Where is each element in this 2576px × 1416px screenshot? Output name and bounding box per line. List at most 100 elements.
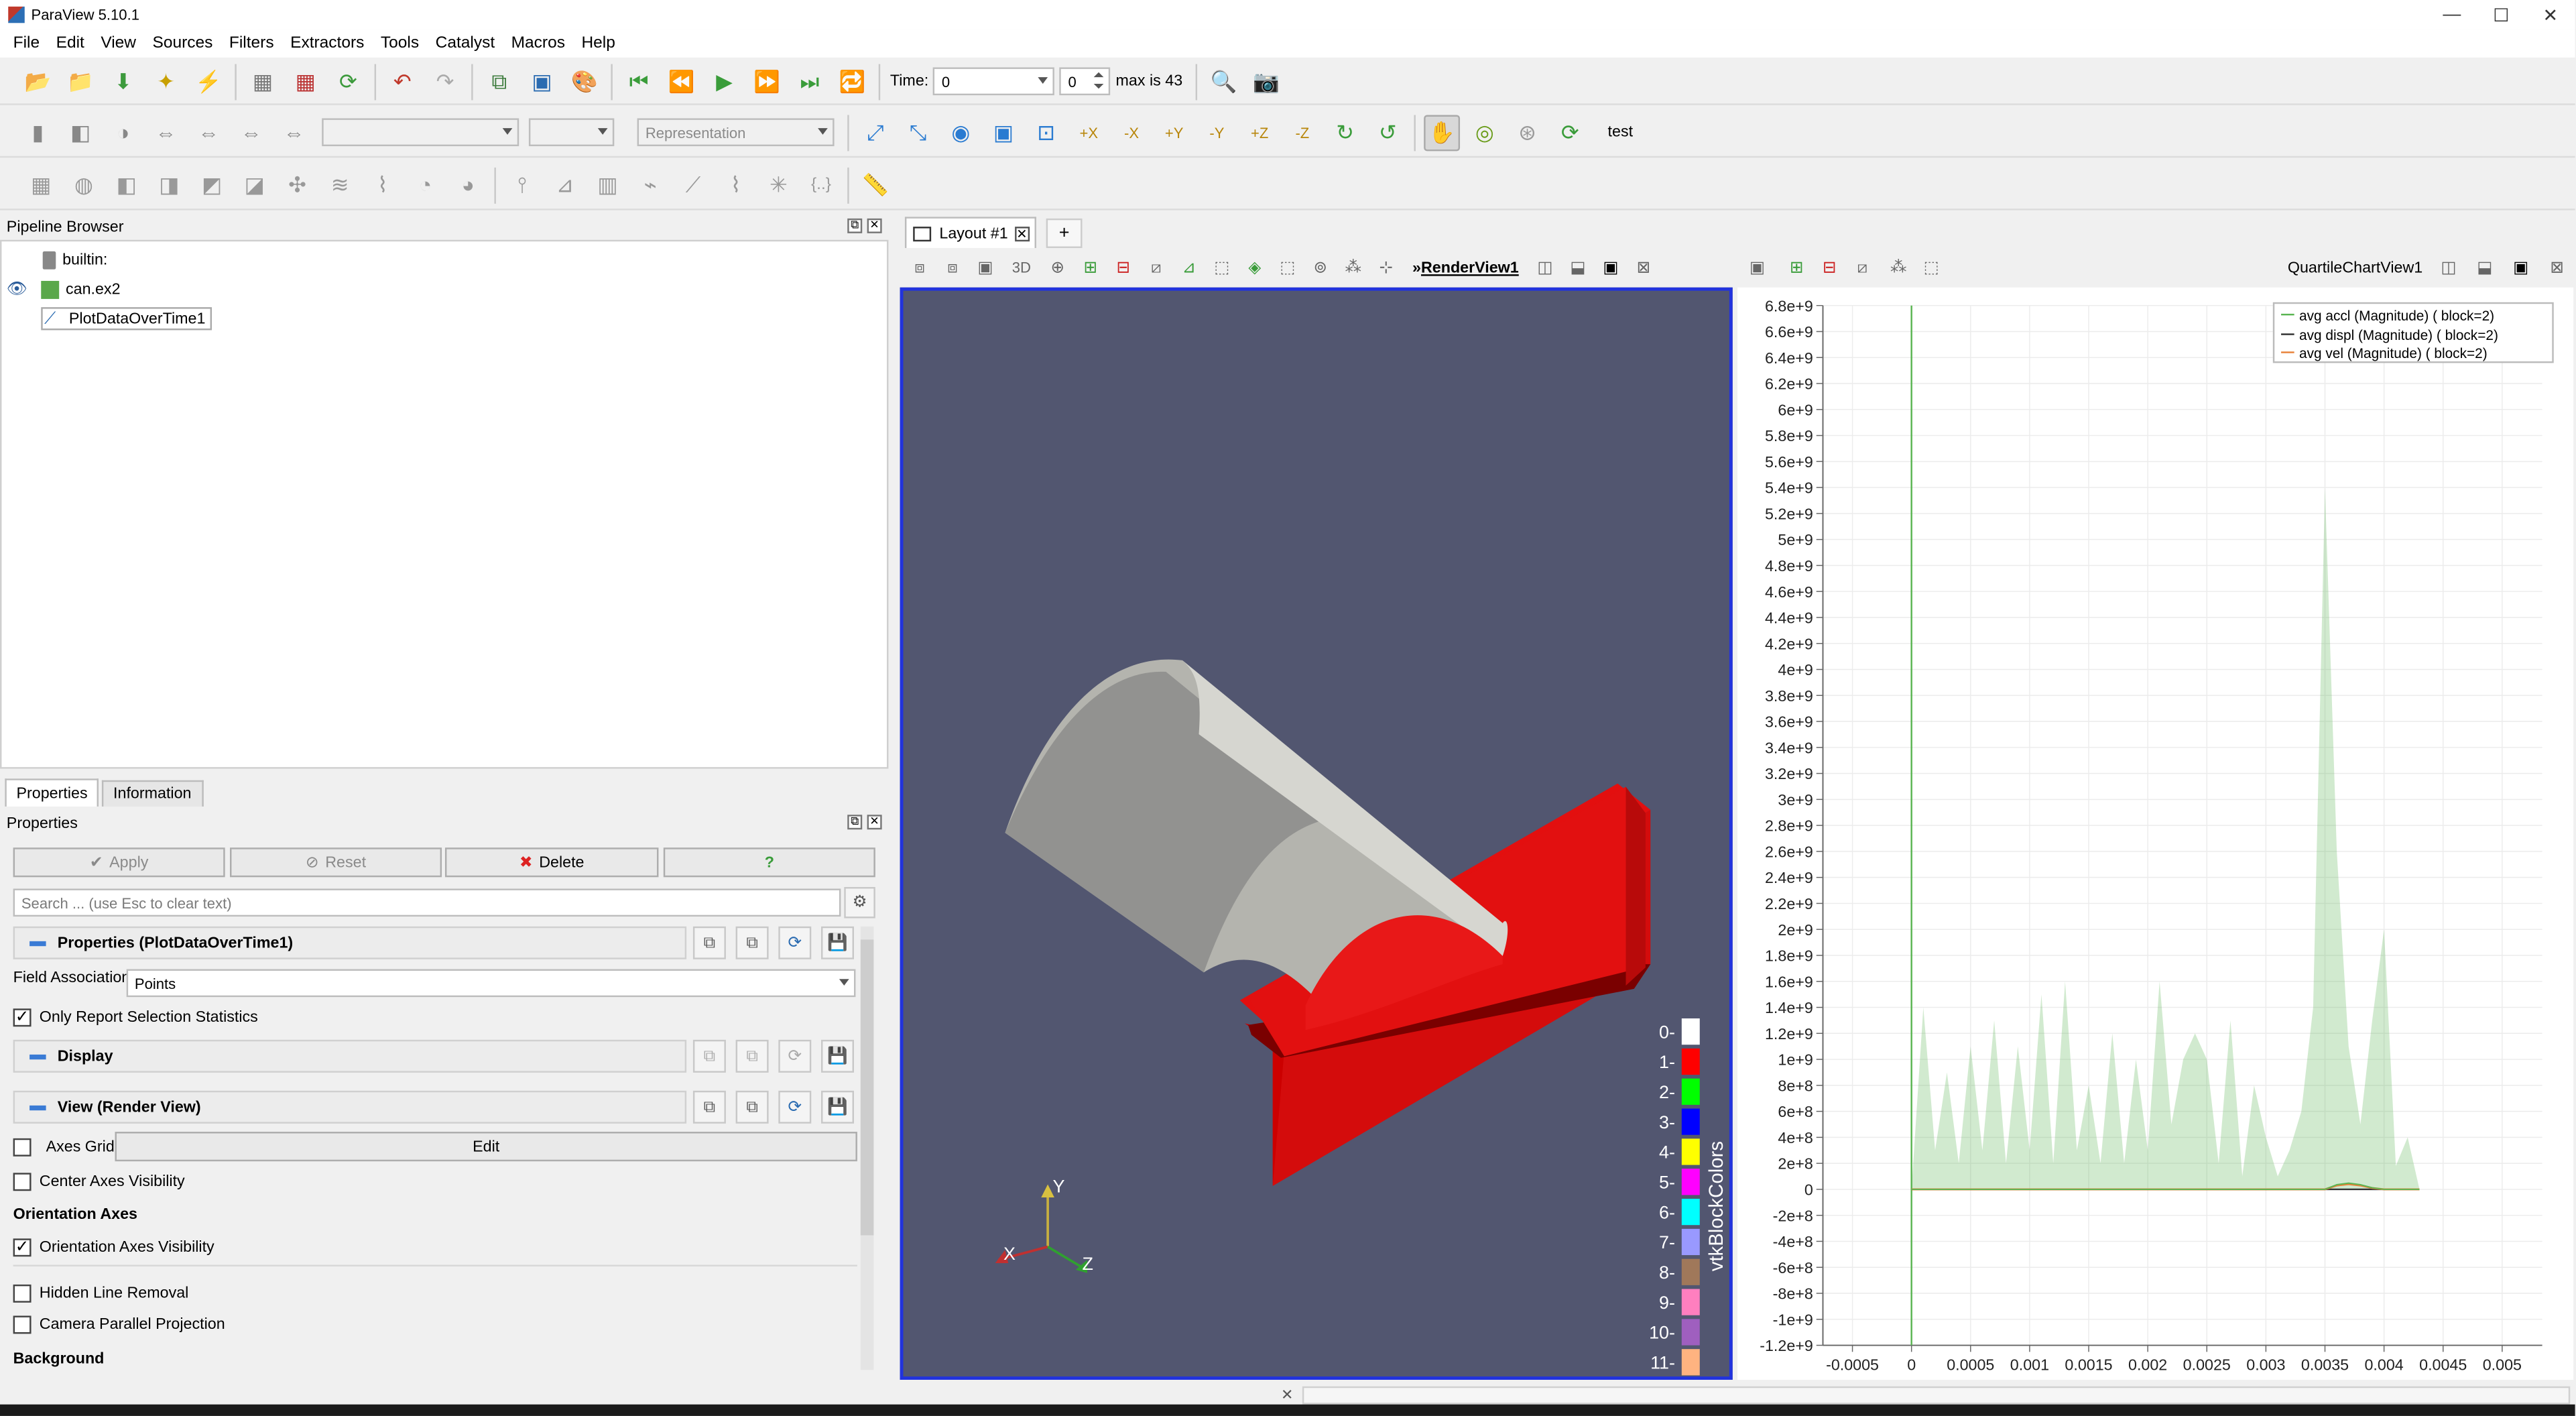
restore-defaults-icon[interactable]: ⟳ [778, 926, 812, 959]
save-state-icon[interactable]: ▦ [245, 63, 281, 99]
close-panel-icon[interactable]: ✕ [867, 218, 882, 233]
zoom-closest-icon[interactable]: ⊡ [1028, 114, 1064, 150]
menu-extractors[interactable]: Extractors [290, 34, 364, 52]
undock-icon[interactable]: ⧉ [847, 218, 863, 233]
view-plus-y-icon[interactable]: +Y [1156, 114, 1192, 150]
view-plus-z-icon[interactable]: +Z [1241, 114, 1278, 150]
extract-subset-icon[interactable]: ◪ [237, 167, 273, 203]
capture-2-icon[interactable]: ⧈ [939, 255, 965, 281]
contour-icon[interactable]: ◍ [66, 167, 102, 203]
paste-icon[interactable]: ⧉ [735, 1090, 769, 1124]
plot-over-time-icon[interactable]: ⌇ [718, 167, 754, 203]
play-icon[interactable]: ▶ [707, 63, 743, 99]
save-defaults-icon[interactable]: 💾 [821, 1039, 854, 1073]
rescale-visible-icon[interactable]: ⇔ [233, 114, 269, 150]
color-palette-icon[interactable]: 🎨 [566, 63, 603, 99]
zoom-to-data-icon[interactable]: ◉ [942, 114, 979, 150]
properties-scrollbar[interactable] [860, 926, 874, 1370]
render-view[interactable]: Y X Z 0- 1- 2- 3- 4- 5- 6- 7- 8- 9- 10- 11- vtkBloc… [900, 287, 1733, 1380]
interactive-select-icon[interactable]: ◈ [1241, 255, 1268, 281]
apply-button[interactable]: ✔ Apply [13, 847, 225, 878]
stream-tracer-icon[interactable]: ≋ [322, 167, 358, 203]
add-layout-tab-button[interactable]: + [1046, 218, 1083, 248]
undo-icon[interactable]: ↶ [384, 63, 420, 99]
view-plus-x-icon[interactable]: +X [1070, 114, 1107, 150]
section-display[interactable]: Display [13, 1039, 687, 1073]
screenshot-icon[interactable]: ▣ [524, 63, 560, 99]
plot-over-line-icon[interactable]: ⊿ [547, 167, 583, 203]
select-block-icon[interactable]: ⊿ [1176, 255, 1202, 281]
reset-camera-icon[interactable]: ⤢ [857, 114, 894, 150]
add-camera-icon[interactable]: 📷 [1248, 63, 1284, 99]
reset-camera-closest-icon[interactable]: ⤡ [900, 114, 936, 150]
close-view-icon[interactable]: ⊠ [2544, 255, 2570, 281]
camera-parallel-checkbox[interactable]: Camera Parallel Projection [13, 1315, 225, 1334]
open-recent-icon[interactable]: 📁 [62, 63, 99, 99]
menu-macros[interactable]: Macros [511, 34, 565, 52]
next-frame-icon[interactable]: ⏩ [749, 63, 785, 99]
restore-defaults-icon[interactable]: ⟳ [778, 1090, 812, 1124]
histogram-icon[interactable]: ▥ [590, 167, 626, 203]
load-state-icon[interactable]: ▦ [288, 63, 324, 99]
capture-icon[interactable]: ⧈ [906, 255, 932, 281]
copy-icon[interactable]: ⧉ [692, 1039, 726, 1073]
minimize-button[interactable]: — [2427, 0, 2477, 30]
chart-view-name[interactable]: QuartileChartView1 [2288, 259, 2422, 277]
plot-selection-icon[interactable]: ⌁ [632, 167, 668, 203]
maximize-view-icon[interactable]: ▣ [2508, 255, 2534, 281]
coloring-combo[interactable] [322, 118, 519, 147]
maximize-view-icon[interactable]: ▣ [1597, 255, 1623, 281]
extract-level-icon[interactable]: ◕ [450, 167, 486, 203]
save-defaults-icon[interactable]: 💾 [821, 926, 854, 959]
undock-icon[interactable]: ⧉ [847, 815, 863, 830]
toggle-selection-icon[interactable]: ⧄ [1849, 255, 1876, 281]
tab-information[interactable]: Information [101, 780, 203, 807]
zoom-box-icon[interactable]: ⊕ [1044, 255, 1070, 281]
plot-data-icon[interactable]: ⟋ [675, 167, 711, 203]
menu-sources[interactable]: Sources [153, 34, 213, 52]
center-axes-checkbox[interactable]: Center Axes Visibility [13, 1173, 185, 1191]
last-frame-icon[interactable]: ⏭ [792, 63, 828, 99]
advanced-properties-gear-icon[interactable]: ⚙ [844, 887, 875, 919]
only-report-checkbox[interactable]: ✓ Only Report Selection Statistics [13, 1008, 258, 1027]
select-cells-with-icon[interactable]: ⬚ [1274, 255, 1300, 281]
ruler-icon[interactable]: 📏 [857, 167, 894, 203]
select-polygon-icon[interactable]: ⬚ [1209, 255, 1235, 281]
close-panel-icon[interactable]: ✕ [867, 815, 882, 830]
select-cells-on-icon[interactable]: ⊞ [1077, 255, 1103, 281]
toggle-color-legend-icon[interactable]: ▮ [19, 114, 56, 150]
menu-view[interactable]: View [101, 34, 136, 52]
component-combo[interactable] [528, 118, 615, 147]
camera-undo-icon[interactable]: ⊛ [1510, 114, 1546, 150]
rescale-temporal-icon[interactable]: ⇔ [190, 114, 227, 150]
scrollbar-thumb[interactable] [860, 939, 874, 1236]
view-menu-chevron-icon[interactable]: » [1412, 259, 1421, 277]
split-vertical-icon[interactable]: ⬓ [1565, 255, 1591, 281]
edit-color-map-icon[interactable]: ◧ [62, 114, 99, 150]
hover-points-icon[interactable]: ⊚ [1307, 255, 1333, 281]
paste-icon[interactable]: ⧉ [735, 1039, 769, 1073]
split-vertical-icon[interactable]: ⬓ [2471, 255, 2498, 281]
close-tab-icon[interactable]: ✕ [1014, 225, 1030, 241]
close-window-button[interactable]: ✕ [2526, 0, 2575, 30]
menu-edit[interactable]: Edit [56, 34, 84, 52]
copy-icon[interactable]: ⧉ [692, 926, 726, 959]
select-cells-frustum-icon[interactable]: ⧄ [1143, 255, 1169, 281]
rescale-range-icon[interactable]: ⇔ [276, 114, 312, 150]
representation-combo[interactable]: Representation [637, 118, 835, 147]
view-minus-x-icon[interactable]: -X [1113, 114, 1150, 150]
status-close-icon[interactable]: ✕ [1281, 1386, 1293, 1405]
connect-icon[interactable]: ✦ [148, 63, 184, 99]
menu-catalyst[interactable]: Catalyst [436, 34, 495, 52]
slice-icon[interactable]: ◨ [151, 167, 187, 203]
threshold-icon[interactable]: ◩ [194, 167, 230, 203]
probe-icon[interactable]: ⫯ [504, 167, 540, 203]
particle-tracer-icon[interactable]: ✳ [760, 167, 796, 203]
quartile-chart-view[interactable]: 6.8e+9 6.6e+9 6.4e+9 6.2e+9 6e+9 5.8e+9 5.6e+9… [1737, 287, 2574, 1380]
time-combo[interactable]: 0 [933, 67, 1055, 96]
save-defaults-icon[interactable]: 💾 [821, 1090, 854, 1124]
clear-selection-icon[interactable]: ⬚ [1918, 255, 1945, 281]
zoom-data-icon[interactable]: 🔍 [1205, 63, 1241, 99]
pipeline-item-can-ex2[interactable]: 👁 can.ex2 [7, 278, 121, 300]
interaction-mode-icon[interactable]: ✋ [1424, 114, 1461, 151]
